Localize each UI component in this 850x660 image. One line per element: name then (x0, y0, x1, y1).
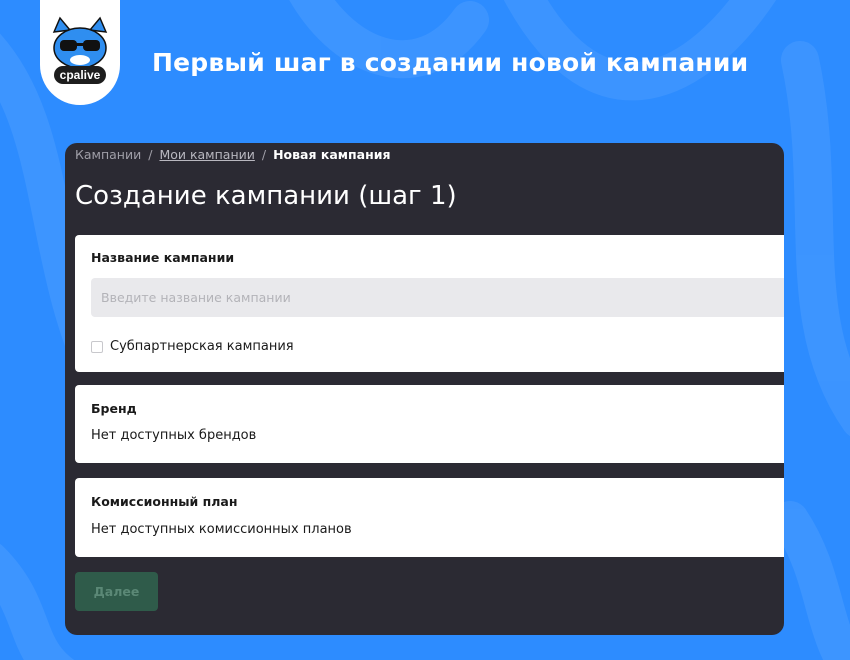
commission-plan-value: Нет доступных комиссионных планов (91, 522, 352, 537)
next-button[interactable]: Далее (75, 572, 158, 611)
campaign-name-card: Название кампании Субпартнерская кампани… (75, 235, 784, 372)
logo: cpalive (40, 0, 120, 105)
brand-value: Нет доступных брендов (91, 428, 257, 443)
brand-card: Бренд Нет доступных брендов (75, 385, 784, 463)
banner-title: Первый шаг в создании новой кампании (152, 48, 749, 77)
brand-label: Бренд (91, 401, 137, 416)
page-title: Создание кампании (шаг 1) (75, 181, 457, 211)
subpartner-label[interactable]: Субпартнерская кампания (110, 339, 294, 354)
campaign-name-input[interactable] (91, 278, 784, 317)
breadcrumb-my-campaigns[interactable]: Мои кампании (159, 147, 254, 162)
cat-logo-icon: cpalive (52, 16, 108, 84)
breadcrumb: Кампании / Мои кампании / Новая кампания (75, 147, 391, 162)
subpartner-checkbox[interactable] (91, 340, 103, 353)
svg-text:cpalive: cpalive (60, 68, 101, 82)
commission-plan-label: Комиссионный план (91, 494, 238, 509)
subpartner-row[interactable]: Субпартнерская кампания (91, 339, 294, 354)
commission-plan-card: Комиссионный план Нет доступных комиссио… (75, 478, 784, 557)
campaign-name-label: Название кампании (91, 250, 235, 265)
breadcrumb-separator: / (261, 147, 267, 162)
campaign-panel: Кампании / Мои кампании / Новая кампания Соз… (65, 143, 784, 635)
breadcrumb-campaigns[interactable]: Кампании (75, 147, 141, 162)
breadcrumb-separator: / (148, 147, 153, 162)
breadcrumb-current: Новая кампания (273, 147, 391, 162)
